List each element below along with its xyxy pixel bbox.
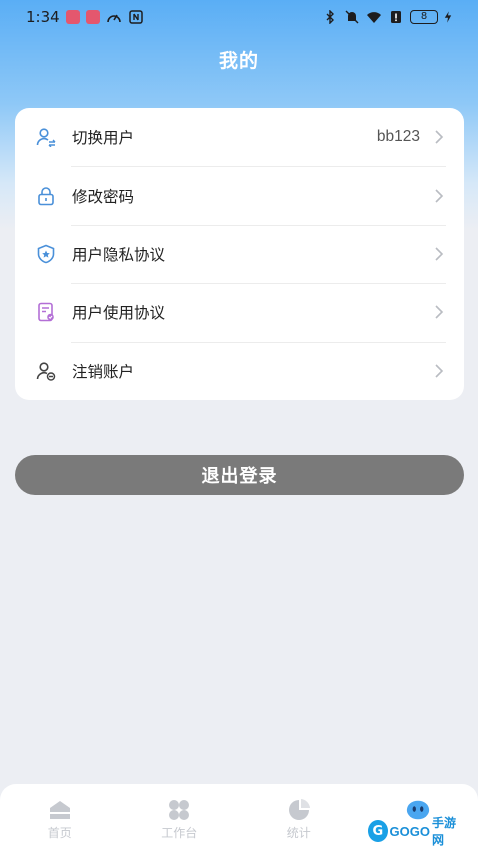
status-time: 1:34 xyxy=(26,8,60,26)
status-left: 1:34 xyxy=(26,8,144,26)
charging-icon xyxy=(444,11,452,23)
sim-alert-icon xyxy=(391,11,401,23)
tab-label: 首页 xyxy=(47,826,72,840)
tab-home[interactable]: 首页 xyxy=(0,784,120,850)
menu-item-label: 注销账户 xyxy=(72,362,135,381)
menu-item-label: 修改密码 xyxy=(72,187,135,206)
notification-app-icon xyxy=(65,10,80,24)
home-icon xyxy=(47,798,73,822)
speed-icon xyxy=(106,14,121,23)
current-username: bb123 xyxy=(376,128,420,146)
document-icon xyxy=(36,302,56,322)
tab-label: 工作台 xyxy=(161,826,198,840)
status-bar: 1:34 8 xyxy=(0,0,478,34)
tab-workbench[interactable]: 工作台 xyxy=(120,784,240,850)
chevron-right-icon xyxy=(435,305,444,319)
nfc-icon xyxy=(128,10,143,24)
settings-menu-card: 切换用户 bb123 修改密码 用户隐私协议 用户使用协议 注销账户 xyxy=(15,108,464,400)
tab-statistics[interactable]: 统计 xyxy=(239,784,359,850)
chevron-right-icon xyxy=(435,247,444,261)
menu-item-user-agreement[interactable]: 用户使用协议 xyxy=(15,283,464,341)
menu-item-change-password[interactable]: 修改密码 xyxy=(15,166,464,224)
watermark-logo: G GOGO 手游网 xyxy=(368,816,464,847)
menu-item-switch-user[interactable]: 切换用户 bb123 xyxy=(15,108,464,166)
page-title: 我的 xyxy=(218,50,259,72)
status-right: 8 xyxy=(322,10,452,24)
wifi-icon xyxy=(367,12,381,23)
bluetooth-icon xyxy=(326,10,334,24)
mute-bell-icon xyxy=(345,10,359,24)
chevron-right-icon xyxy=(435,130,444,144)
menu-item-label: 用户使用协议 xyxy=(72,304,166,323)
menu-item-privacy-policy[interactable]: 用户隐私协议 xyxy=(15,224,464,283)
lock-icon xyxy=(36,186,56,206)
switch-user-icon xyxy=(36,127,56,148)
menu-item-label: 切换用户 xyxy=(72,129,135,148)
watermark-brand: GOGO xyxy=(389,823,430,839)
chevron-right-icon xyxy=(435,364,444,378)
watermark-suffix: 手游网 xyxy=(432,816,457,847)
menu-item-delete-account[interactable]: 注销账户 xyxy=(15,341,464,400)
user-remove-icon xyxy=(36,361,56,381)
notification-app-icon xyxy=(85,10,100,24)
pie-chart-icon xyxy=(286,798,312,822)
chevron-right-icon xyxy=(435,189,444,203)
battery-indicator: 8 xyxy=(410,10,438,24)
grid-icon xyxy=(166,798,192,822)
shield-icon xyxy=(36,244,56,264)
tab-label: 统计 xyxy=(286,826,311,840)
watermark-g-icon: G xyxy=(368,820,388,842)
menu-item-label: 用户隐私协议 xyxy=(72,245,166,264)
logout-button[interactable]: 退出登录 xyxy=(15,455,464,495)
